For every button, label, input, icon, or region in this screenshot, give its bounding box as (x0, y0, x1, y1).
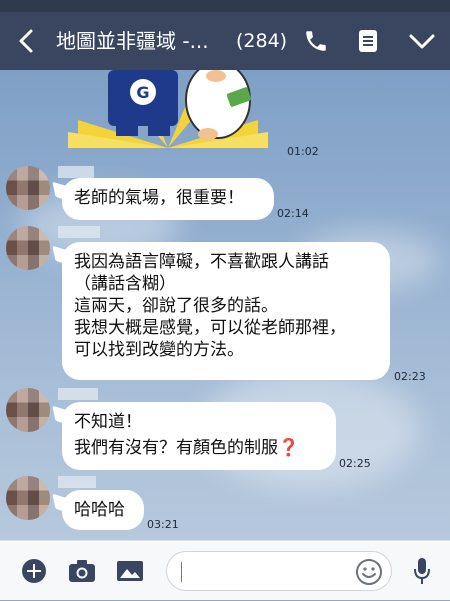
message-time: 02:23 (394, 370, 426, 383)
avatar[interactable] (6, 226, 50, 270)
message-text: 我們有沒有？有顏色的制服 (74, 438, 278, 458)
chevron-down-icon (409, 34, 435, 49)
call-button[interactable] (296, 12, 336, 70)
message-text: 我因為語言障礙，不喜歡跟人講話 (74, 252, 329, 272)
message-time: 02:14 (277, 207, 309, 220)
message-time: 02:25 (339, 457, 371, 470)
message-text: 我想大概是感覺，可以從老師那裡， (74, 318, 346, 338)
message-text: （講話含糊） (74, 274, 176, 294)
image-icon (117, 561, 143, 581)
message-bubble[interactable]: 我因為語言障礙，不喜歡跟人講話 （講話含糊） 這兩天，卻說了很多的話。 我想大概… (62, 242, 390, 380)
emoji-button[interactable] (355, 558, 383, 590)
back-button[interactable] (6, 12, 46, 70)
plus-button[interactable] (14, 541, 54, 601)
mic-icon (414, 558, 430, 584)
sender-name (58, 166, 94, 178)
avatar[interactable] (6, 476, 50, 520)
message-bubble[interactable]: 哈哈哈 (62, 490, 144, 530)
text-caret (181, 562, 182, 582)
camera-icon (69, 560, 95, 582)
avatar[interactable] (6, 388, 50, 432)
chat-header: 地圖並非疆域 -... (284) (0, 12, 450, 70)
camera-button[interactable] (62, 541, 102, 601)
menu-button[interactable] (402, 12, 442, 70)
member-count: (284) (236, 30, 288, 52)
image-button[interactable] (110, 541, 150, 601)
message-text: 可以找到改變的方法。 (74, 340, 244, 360)
sender-name (58, 476, 96, 488)
plus-icon (22, 559, 46, 583)
avatar[interactable] (6, 166, 50, 210)
sticker-image: G (68, 70, 268, 148)
sender-name (58, 226, 100, 238)
sticker-tag-text: G (136, 83, 149, 102)
chat-area[interactable]: G 01:02 老師的氣場，很重要！ 02:14 我因為語言障礙，不喜歡跟人講話… (0, 70, 450, 540)
notes-icon (359, 30, 377, 52)
message-text-row: 我們有沒有？有顏色的制服❓ (74, 437, 324, 459)
message-time: 03:21 (147, 518, 179, 531)
message-bubble[interactable]: 不知道！ 我們有沒有？有顏色的制服❓ (62, 402, 336, 470)
sticker-message[interactable]: G (68, 70, 268, 150)
chat-title[interactable]: 地圖並非疆域 -... (56, 12, 209, 70)
message-text: 這兩天，卻說了很多的話。 (74, 296, 278, 316)
emoji-icon (356, 559, 382, 585)
message-text: 不知道！ (74, 412, 142, 432)
question-mark-emoji: ❓ (278, 438, 300, 458)
status-bar (0, 0, 450, 12)
mic-button[interactable] (402, 541, 442, 601)
sender-name (58, 388, 98, 400)
chevron-left-icon (19, 29, 33, 53)
message-input[interactable] (166, 551, 392, 591)
message-text: 哈哈哈 (74, 500, 125, 520)
message-time: 01:02 (287, 145, 319, 158)
notes-button[interactable] (348, 12, 388, 70)
message-text: 老師的氣場，很重要！ (74, 188, 244, 208)
message-bubble[interactable]: 老師的氣場，很重要！ (62, 178, 274, 220)
phone-icon (306, 31, 326, 51)
input-bar (0, 540, 450, 600)
